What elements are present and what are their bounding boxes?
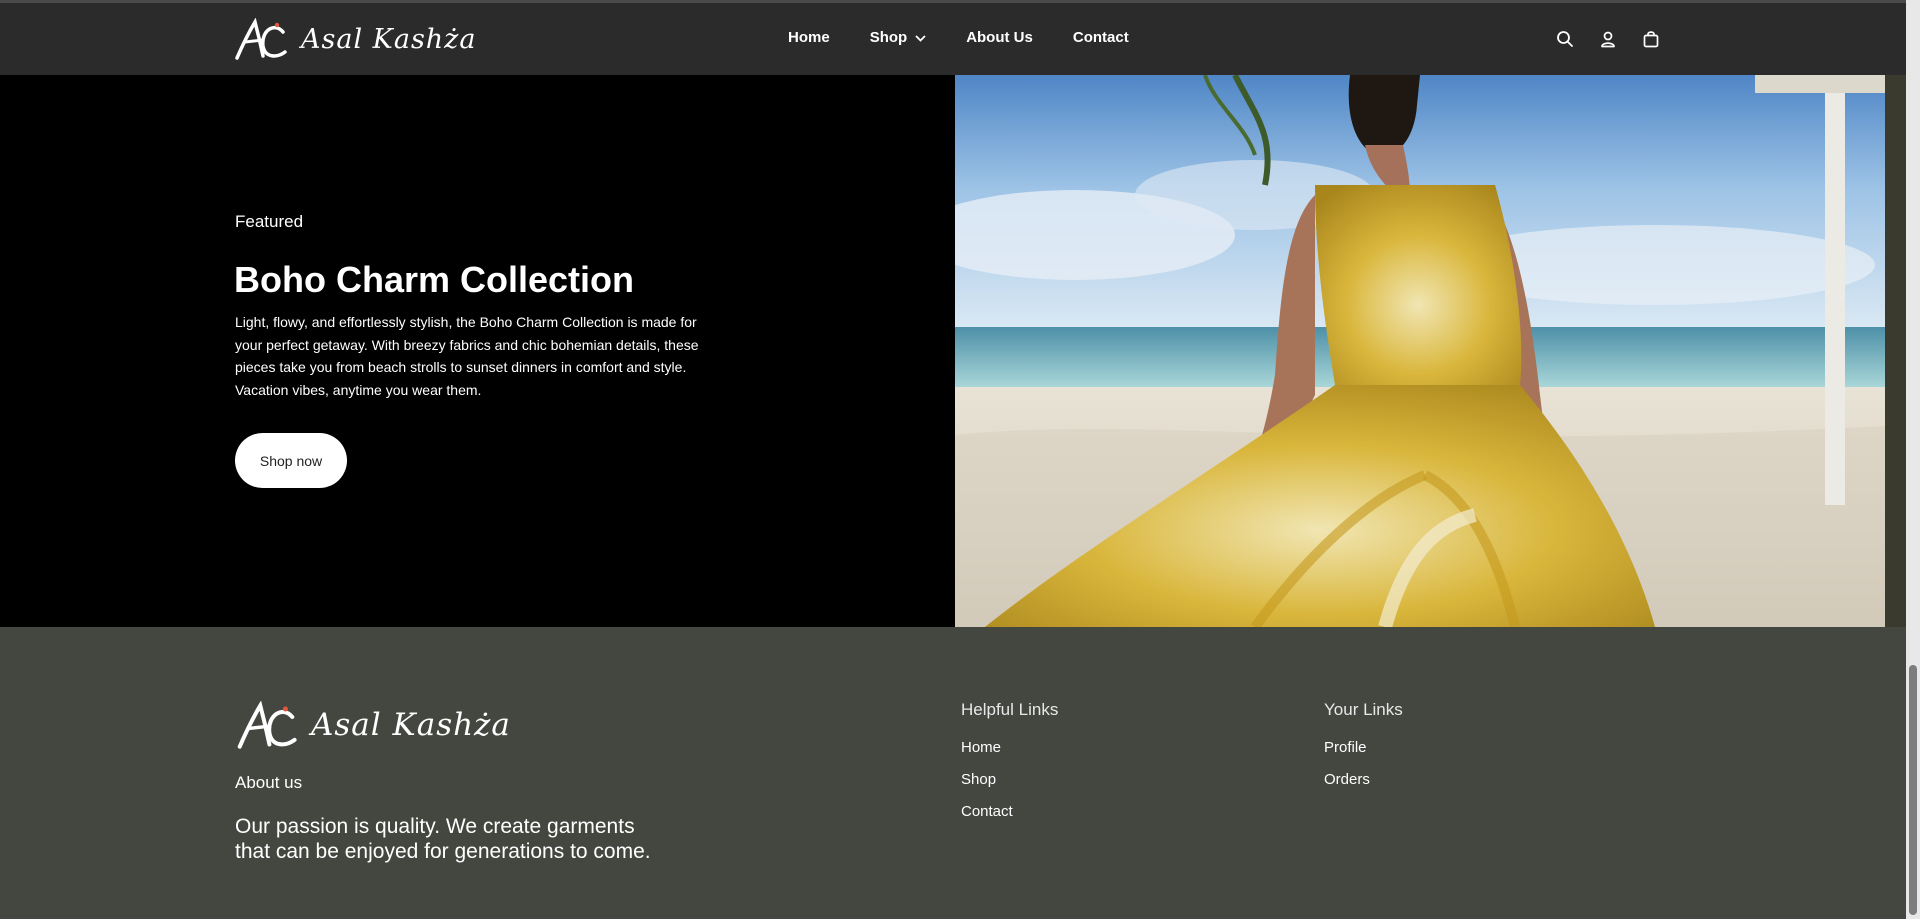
- beach-dress-photo: [955, 75, 1906, 627]
- site-footer: Asal Kashża About us Our passion is qual…: [0, 627, 1906, 919]
- site-header: Asal Kashża Home Shop About Us Contact: [0, 0, 1906, 75]
- helpful-links-title: Helpful Links: [961, 700, 1059, 719]
- shopping-bag-icon[interactable]: [1640, 28, 1662, 50]
- nav-contact-label: Contact: [1072, 29, 1129, 46]
- header-actions: [1554, 28, 1683, 50]
- helpful-links-section: Helpful Links Home Shop Contact: [961, 700, 1058, 835]
- footer-link-shop[interactable]: Shop: [961, 771, 1058, 788]
- scrollbar-thumb[interactable]: [1909, 665, 1917, 915]
- brand-logo[interactable]: Asal Kashża: [233, 16, 477, 62]
- hero-eyebrow: Featured: [235, 212, 304, 231]
- chevron-down-icon: [915, 29, 926, 46]
- nav-home-label: Home: [788, 29, 830, 46]
- nav-shop[interactable]: Shop: [870, 29, 927, 46]
- footer-tagline: Our passion is quality. We create garmen…: [235, 815, 651, 863]
- main-nav: Home Shop About Us Contact: [788, 29, 1169, 46]
- page-scrollbar[interactable]: [1906, 0, 1920, 919]
- hero-image: [955, 75, 1906, 627]
- hero-title: Boho Charm Collection: [234, 259, 635, 300]
- nav-about-us[interactable]: About Us: [966, 29, 1033, 46]
- featured-hero: Featured Boho Charm Collection Light, fl…: [0, 75, 1906, 627]
- footer-brand-logo[interactable]: Asal Kashża: [235, 701, 511, 749]
- shop-now-button[interactable]: Shop now: [235, 433, 347, 488]
- brand-name: Asal Kashża: [301, 23, 477, 55]
- monogram-logo-icon: [235, 18, 287, 60]
- footer-link-home[interactable]: Home: [961, 739, 1058, 756]
- footer-about-label: About us: [235, 773, 303, 792]
- nav-home[interactable]: Home: [788, 29, 830, 46]
- footer-link-orders[interactable]: Orders: [1324, 771, 1403, 788]
- your-links-title: Your Links: [1324, 700, 1403, 719]
- your-links-section: Your Links Profile Orders: [1324, 700, 1403, 803]
- footer-link-contact[interactable]: Contact: [961, 803, 1058, 820]
- footer-brand-name: Asal Kashża: [311, 707, 511, 743]
- footer-link-profile[interactable]: Profile: [1324, 739, 1403, 756]
- nav-about-us-label: About Us: [966, 29, 1033, 46]
- search-icon[interactable]: [1554, 28, 1576, 50]
- nav-shop-label: Shop: [869, 29, 908, 46]
- nav-contact[interactable]: Contact: [1073, 29, 1129, 46]
- hero-text-panel: Featured Boho Charm Collection Light, fl…: [0, 75, 955, 627]
- hero-description: Light, flowy, and effortlessly stylish, …: [235, 314, 699, 398]
- account-icon[interactable]: [1597, 28, 1619, 50]
- monogram-logo-icon: [237, 701, 297, 749]
